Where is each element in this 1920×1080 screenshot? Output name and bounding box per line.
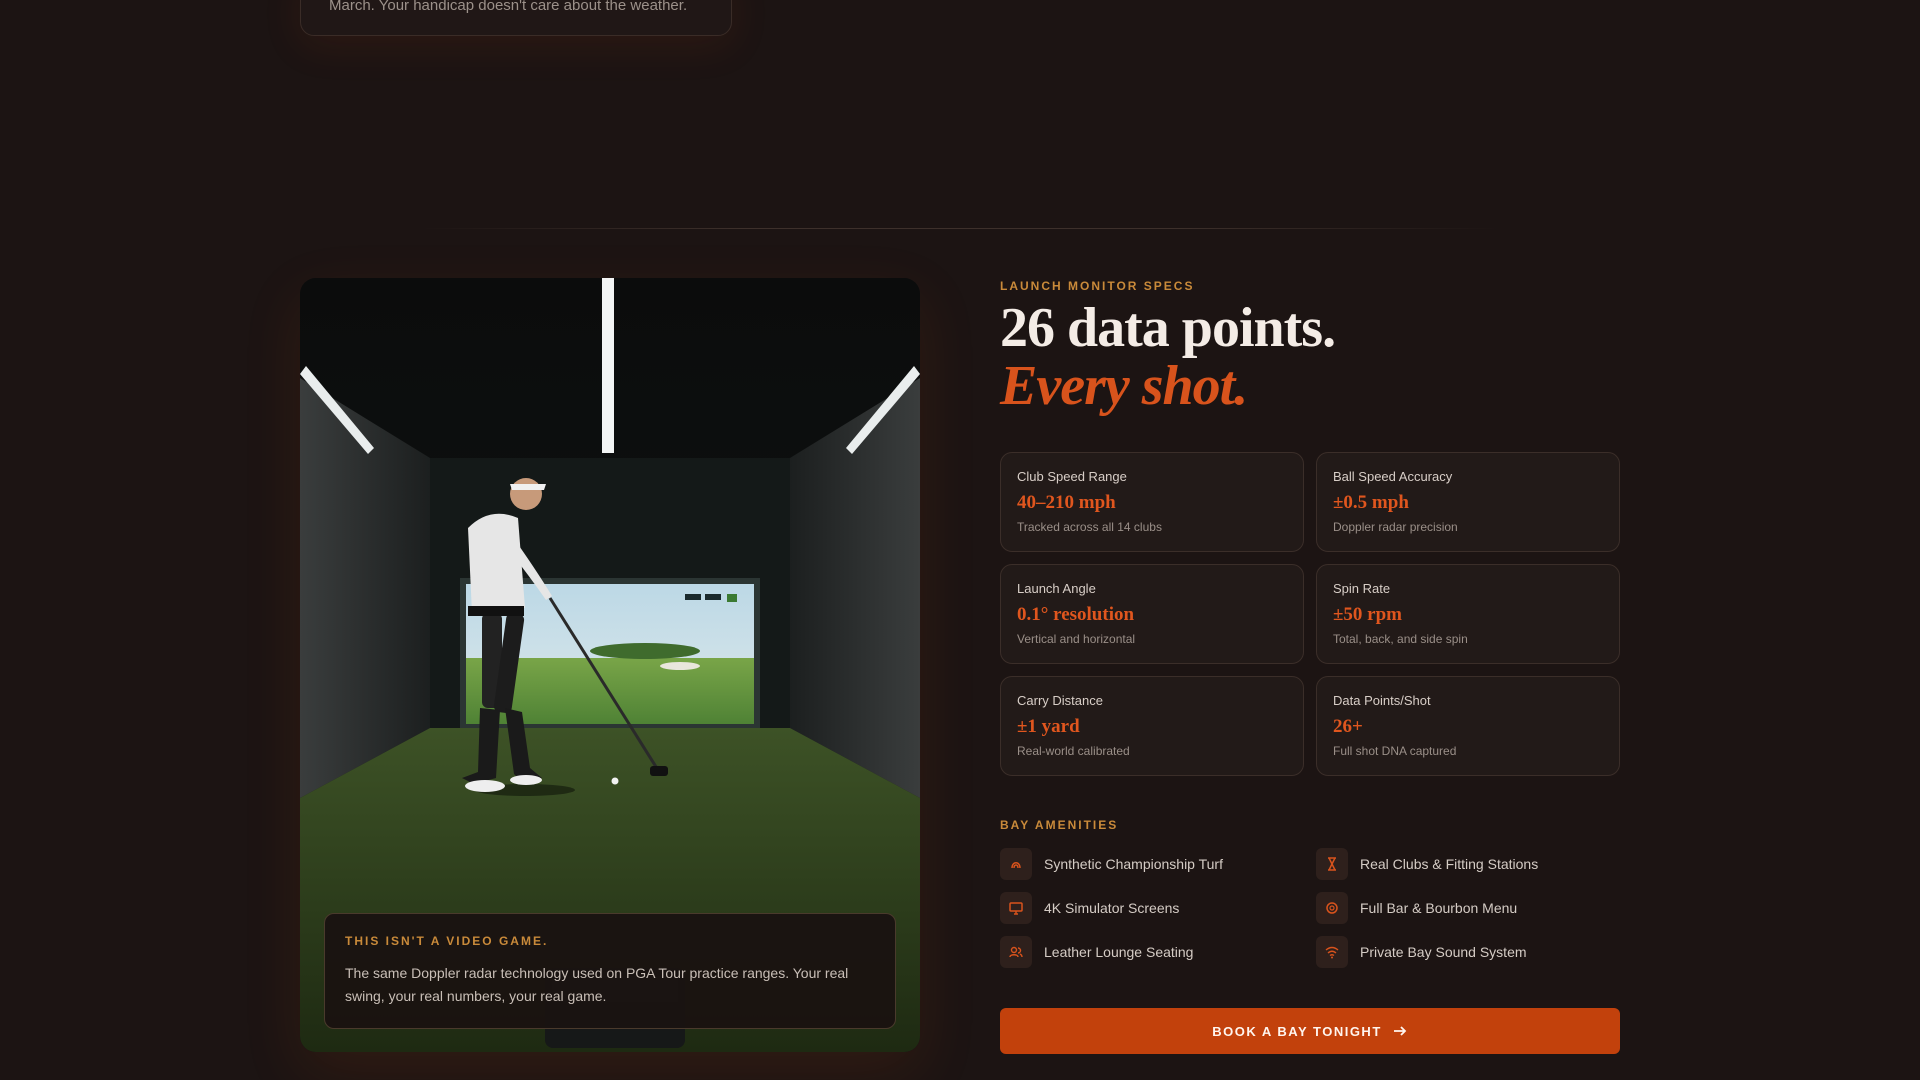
specs-headline-accent: Every shot. [1000,355,1248,417]
spec-card: Spin Rate ±50 rpm Total, back, and side … [1316,564,1620,664]
spec-card: Club Speed Range 40–210 mph Tracked acro… [1000,452,1304,552]
spec-sub: Doppler radar precision [1333,520,1458,534]
amenity-item: Real Clubs & Fitting Stations [1316,848,1620,880]
amenity-label: Leather Lounge Seating [1044,944,1194,960]
spec-card: Launch Angle 0.1° resolution Vertical an… [1000,564,1304,664]
spec-label: Ball Speed Accuracy [1333,469,1453,484]
section-divider [420,228,1500,229]
amenity-label: Full Bar & Bourbon Menu [1360,900,1518,916]
spec-value: ±0.5 mph [1333,492,1409,513]
spec-label: Carry Distance [1017,693,1103,708]
drink-icon [1316,892,1348,924]
amenity-item: Synthetic Championship Turf [1000,848,1316,880]
amenity-item: Full Bar & Bourbon Menu [1316,892,1620,924]
monitor-icon [1000,892,1032,924]
amenity-item: Leather Lounge Seating [1000,936,1316,968]
photo-callout: THIS ISN'T A VIDEO GAME. The same Dopple… [324,913,896,1029]
spec-card: Ball Speed Accuracy ±0.5 mph Doppler rad… [1316,452,1620,552]
specs-headline: 26 data points. [1000,297,1336,359]
spec-sub: Real-world calibrated [1017,744,1130,758]
spec-value: 40–210 mph [1017,492,1116,513]
spec-card: Carry Distance ±1 yard Real-world calibr… [1000,676,1304,776]
amenity-label: 4K Simulator Screens [1044,900,1180,916]
spec-label: Club Speed Range [1017,469,1127,484]
amenity-label: Synthetic Championship Turf [1044,856,1223,872]
spec-value: 26+ [1333,716,1363,737]
spec-label: Launch Angle [1017,581,1096,596]
book-bay-label: BOOK A BAY TONIGHT [1212,1023,1382,1039]
spec-label: Spin Rate [1333,581,1391,596]
spec-value: ±50 rpm [1333,604,1403,625]
amenity-label: Real Clubs & Fitting Stations [1360,856,1539,872]
spec-value: 0.1° resolution [1017,604,1135,625]
spec-sub: Tracked across all 14 clubs [1017,520,1162,534]
amenity-item: Private Bay Sound System [1316,936,1620,968]
callout-body: The same Doppler radar technology used o… [345,965,849,1004]
spec-label: Data Points/Shot [1333,693,1431,708]
spec-card: Data Points/Shot 26+ Full shot DNA captu… [1316,676,1620,776]
amenities-title: BAY AMENITIES [1000,818,1119,832]
spec-sub: Vertical and horizontal [1017,632,1136,646]
callout-eyebrow: THIS ISN'T A VIDEO GAME. [345,934,549,948]
hourglass-icon [1316,848,1348,880]
amenity-label: Private Bay Sound System [1360,944,1527,960]
spec-sub: Total, back, and side spin [1333,632,1468,646]
arrow-right-icon [1393,1026,1407,1036]
specs-eyebrow: LAUNCH MONITOR SPECS [1000,279,1195,293]
spec-sub: Full shot DNA captured [1333,744,1457,758]
spec-grid: Club Speed Range 40–210 mph Tracked acro… [1000,452,1620,776]
amenity-item: 4K Simulator Screens [1000,892,1316,924]
wifi-icon [1316,936,1348,968]
users-icon [1000,936,1032,968]
spec-value: ±1 yard [1017,716,1080,737]
book-bay-button[interactable]: BOOK A BAY TONIGHT [1000,1008,1620,1054]
simulator-photo: THIS ISN'T A VIDEO GAME. The same Dopple… [300,278,920,1052]
intro-card: March. Your handicap doesn't care about … [300,0,732,36]
turf-icon [1000,848,1032,880]
intro-card-text: March. Your handicap doesn't care about … [329,0,688,14]
amenities-list: Synthetic Championship Turf Real Clubs &… [1000,848,1620,968]
